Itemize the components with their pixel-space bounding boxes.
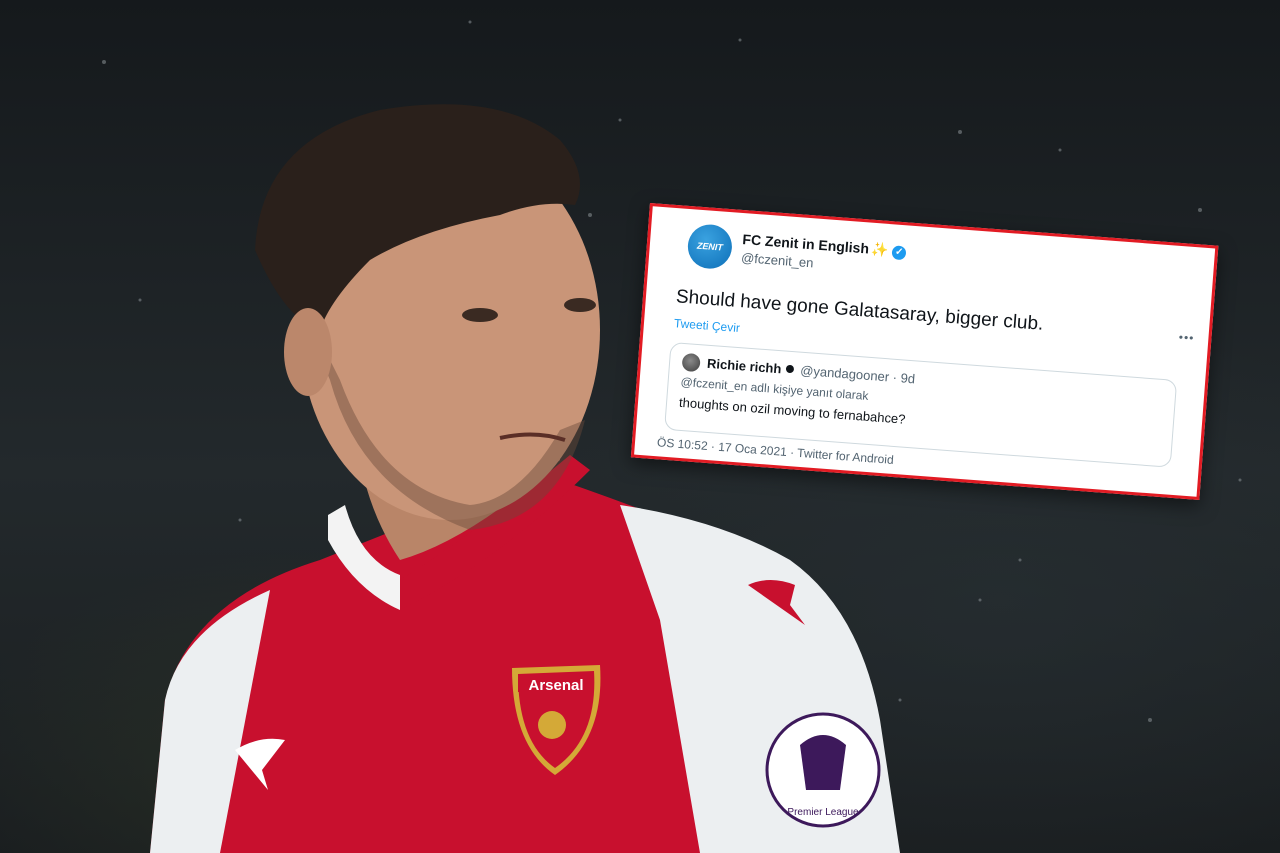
lion-icon [800,735,846,790]
black-circle-icon [786,364,795,374]
verified-badge-icon: ✓ [891,245,907,261]
more-options-icon[interactable]: ••• [1178,330,1195,345]
tweet-card[interactable]: ZENIT FC Zenit in English✨ ✓ @fczenit_en … [630,203,1219,501]
eye-left [462,308,498,322]
sparkle-emoji: ✨ [870,240,889,258]
author-handle[interactable]: @fczenit_en [741,250,814,270]
quoted-author-name: Richie richh [706,355,782,377]
eye-right [564,298,596,312]
arsenal-crest-text: Arsenal [528,677,583,694]
zenit-avatar[interactable]: ZENIT [686,223,734,271]
quoted-avatar [681,352,701,373]
ear [284,308,332,396]
premier-league-text: Premier League [787,807,859,818]
translate-tweet-link[interactable]: Tweeti Çevir [674,316,741,335]
quoted-text: thoughts on ozil moving to fernabahce? [678,394,907,427]
quoted-author-handle: @yandagooner · 9d [799,362,916,387]
